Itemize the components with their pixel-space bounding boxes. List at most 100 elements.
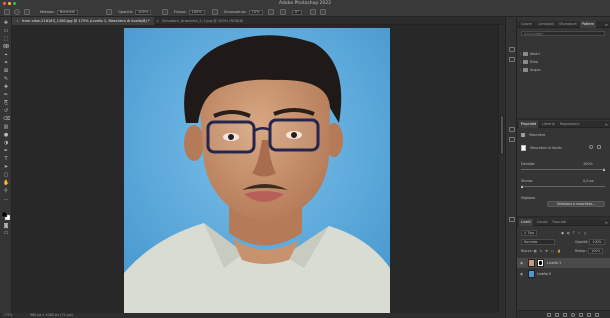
character-panel-icon[interactable] [509, 137, 515, 142]
layer-name[interactable]: Livello 1 [547, 258, 561, 268]
opacity-input[interactable]: 100% [135, 9, 152, 15]
info-panel-icon[interactable] [509, 127, 515, 132]
close-tab-icon[interactable]: × [156, 19, 159, 23]
panel-menu-icon[interactable]: ≡ [605, 219, 608, 226]
artboard-icon[interactable]: ▭ [3, 29, 9, 34]
mode-select[interactable]: Normale [56, 9, 78, 15]
more-tools-icon[interactable]: … [3, 197, 9, 202]
blend-mode-control[interactable]: Metodo: Normale [40, 9, 78, 15]
panel-divider[interactable] [517, 118, 610, 120]
link-layers-icon[interactable] [547, 313, 551, 317]
move-icon[interactable]: ✥ [3, 21, 9, 26]
quick-mask-icon[interactable]: ◙ [3, 224, 9, 229]
density-slider[interactable] [521, 167, 605, 171]
layer-thumbnail[interactable] [528, 270, 535, 278]
screen-mode-icon[interactable]: ▭ [3, 231, 9, 236]
layer-mask-icon[interactable] [521, 145, 526, 151]
healing-brush-icon[interactable]: ✚ [3, 85, 9, 90]
flow-input[interactable]: 100% [188, 9, 205, 15]
new-layer-icon[interactable] [587, 313, 591, 317]
symmetry-icon[interactable] [320, 9, 326, 15]
airbrush-pressure-icon[interactable] [106, 9, 112, 15]
blend-mode-select[interactable]: Normale [521, 239, 555, 245]
foreground-background-colors[interactable] [2, 212, 10, 220]
hand-icon[interactable]: ✋ [3, 181, 9, 186]
scrollbar-thumb[interactable] [500, 115, 504, 155]
canvas-area[interactable] [12, 25, 505, 313]
layer-mask-thumbnail[interactable] [537, 259, 544, 267]
tab-campioni[interactable]: Campioni [536, 21, 556, 28]
select-and-mask-button[interactable]: Seleziona e maschera... [547, 201, 605, 207]
text-icon[interactable]: T [3, 157, 9, 162]
zoom-icon[interactable]: ⚲ [3, 189, 9, 194]
layer-filter-select[interactable]: ⚲ Tipo [521, 230, 538, 236]
layer-opacity-input[interactable]: 100% [589, 239, 605, 245]
fill-input[interactable]: 100% [588, 248, 604, 254]
lock-icons[interactable]: ▦ ✎ ✥ ▢ 🔒 [534, 249, 562, 253]
opacity-control[interactable]: Opacità: 100% [118, 9, 152, 15]
quick-select-icon[interactable]: ⌖ [3, 53, 9, 58]
tab-tracciati[interactable]: Tracciati [550, 219, 568, 226]
angle-input[interactable]: 0° [292, 9, 303, 15]
frame-icon[interactable]: ⊠ [3, 69, 9, 74]
panel-menu-icon[interactable]: ≡ [605, 21, 608, 28]
airbrush-icon[interactable] [212, 9, 218, 15]
layer-filter-icons[interactable]: ▣ ◐ T ▭ ◻ [561, 231, 587, 235]
layer-style-icon[interactable] [555, 313, 559, 317]
add-mask-icon[interactable] [563, 313, 567, 317]
history-panel-icon[interactable] [509, 47, 515, 52]
tab-regolazioni[interactable]: Regolazioni [558, 121, 581, 128]
tab-colore[interactable]: Colore [519, 21, 534, 28]
blend-mode-value[interactable]: Normale [521, 239, 555, 245]
brush-icon[interactable]: ✏ [3, 93, 9, 98]
document-info[interactable]: 980 px x 1080 px (72 ppi) [30, 313, 73, 318]
pattern-folder-acqua[interactable]: › Acqua [520, 67, 608, 73]
eraser-icon[interactable]: ⌫ [3, 117, 10, 122]
delete-layer-icon[interactable] [595, 313, 599, 317]
brush-preset-icon[interactable] [14, 9, 20, 15]
panel-menu-icon[interactable]: ≡ [605, 121, 608, 128]
tab-pattern[interactable]: Pattern [580, 21, 597, 28]
layer-row-livello-1[interactable]: ◉ Livello 1 [517, 258, 610, 268]
pattern-search-input[interactable] [521, 31, 605, 36]
pattern-folder-alberi[interactable]: › Alberi [520, 51, 608, 57]
layer-opacity-control[interactable]: Opacità: 100% [575, 239, 605, 245]
dodge-icon[interactable]: ◑ [3, 141, 9, 146]
actions-panel-icon[interactable] [509, 57, 515, 62]
marquee-icon[interactable]: ⬚ [3, 37, 9, 42]
zoom-level[interactable]: 175% [3, 313, 12, 318]
pixel-mask-icon[interactable] [589, 145, 593, 149]
feather-slider[interactable] [521, 184, 605, 188]
brush-settings-icon[interactable] [24, 9, 30, 15]
density-value[interactable]: 100% [583, 162, 593, 166]
blur-icon[interactable]: ● [3, 133, 9, 138]
tab-livelli[interactable]: Livelli [519, 219, 533, 226]
document-canvas[interactable] [124, 28, 390, 313]
new-group-icon[interactable] [579, 313, 583, 317]
smoothing-settings-icon[interactable] [268, 9, 274, 15]
pressure-size-icon[interactable] [310, 9, 316, 15]
canvas-vertical-scrollbar[interactable] [498, 25, 505, 313]
crop-icon[interactable]: ⌗ [3, 61, 9, 66]
tab-librerie[interactable]: Librerie [540, 121, 557, 128]
tab-sfumature[interactable]: Sfumature [557, 21, 579, 28]
feather-value[interactable]: 0,0 px [583, 179, 594, 183]
angle-control[interactable]: 0° [290, 9, 303, 15]
flow-control[interactable]: Flusso: 100% [174, 9, 205, 15]
history-brush-icon[interactable]: ↺ [3, 109, 9, 114]
density-slider-knob[interactable] [603, 167, 605, 171]
lasso-icon[interactable]: ↂ [3, 45, 9, 50]
path-select-icon[interactable]: ➤ [3, 165, 9, 170]
smoothing-input[interactable]: 10% [248, 9, 263, 15]
angle-icon[interactable] [280, 9, 286, 15]
fill-control[interactable]: Riemp.: 100% [575, 248, 604, 254]
rectangle-icon[interactable]: ▢ [3, 173, 9, 178]
home-icon[interactable] [4, 9, 10, 15]
feather-slider-knob[interactable] [521, 184, 523, 188]
clone-stamp-icon[interactable]: ⎘ [3, 101, 9, 106]
tab-canali[interactable]: Canali [535, 219, 550, 226]
visibility-eye-icon[interactable]: ◉ [520, 272, 523, 276]
smoothing-control[interactable]: Smussatura: 10% [224, 9, 263, 15]
eyedropper-icon[interactable]: ✎ [3, 77, 9, 82]
gradient-icon[interactable]: ▥ [3, 125, 9, 130]
